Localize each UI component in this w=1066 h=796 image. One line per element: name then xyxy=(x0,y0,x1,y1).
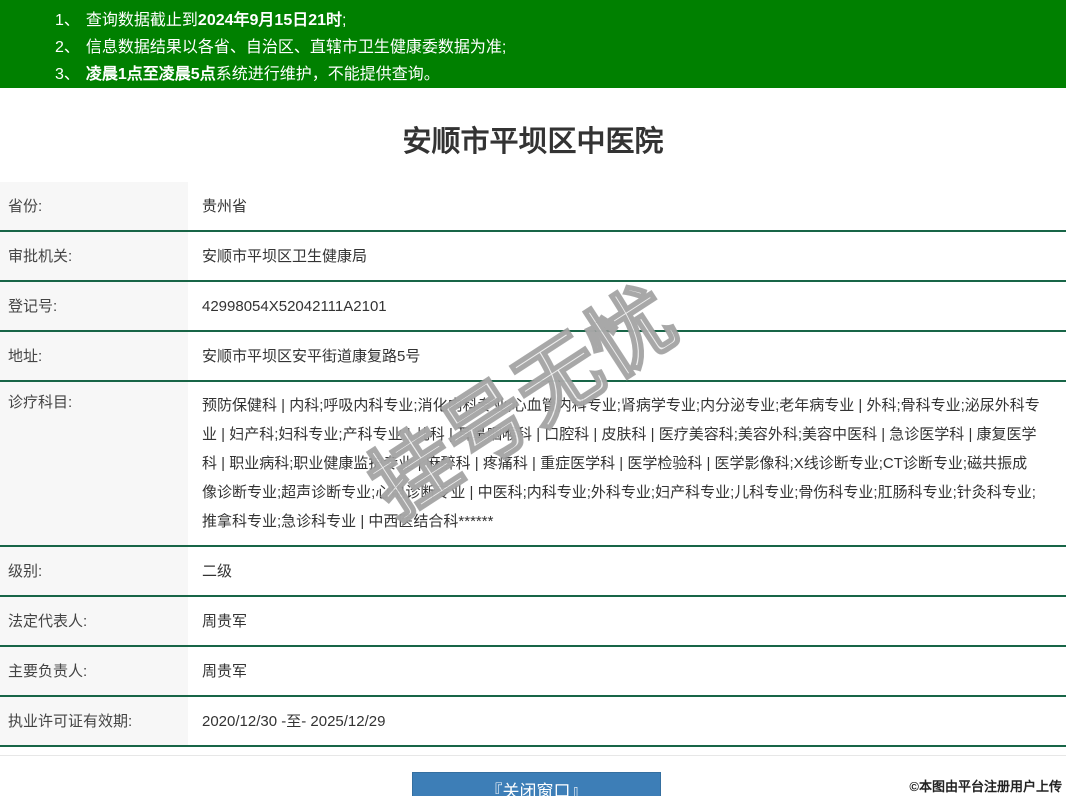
row-label: 法定代表人: xyxy=(0,597,188,645)
row-label: 审批机关: xyxy=(0,232,188,280)
row-label: 级别: xyxy=(0,547,188,595)
table-row-main-person-in-charge: 主要负责人: 周贵军 xyxy=(0,647,1066,697)
footer-divider xyxy=(0,755,1066,756)
row-value: 贵州省 xyxy=(188,182,1066,230)
row-value: 安顺市平坝区卫生健康局 xyxy=(188,232,1066,280)
table-row-license-validity: 执业许可证有效期: 2020/12/30 -至- 2025/12/29 xyxy=(0,697,1066,747)
row-value: 安顺市平坝区安平街道康复路5号 xyxy=(188,332,1066,380)
notice-number: 1、 xyxy=(55,12,80,29)
notice-line-3: 3、凌晨1点至凌晨5点系统进行维护，不能提供查询。 xyxy=(55,61,1056,88)
row-label: 主要负责人: xyxy=(0,647,188,695)
notice-text: ; xyxy=(342,12,346,29)
table-row-approval-authority: 审批机关: 安顺市平坝区卫生健康局 xyxy=(0,232,1066,282)
notice-text: 系统进行维护，不能提供查询。 xyxy=(216,66,440,83)
notice-number: 2、 xyxy=(55,39,80,56)
notice-text-bold: 2024年9月15日21时 xyxy=(198,12,342,29)
page-title: 安顺市平坝区中医院 xyxy=(0,124,1066,160)
row-label: 登记号: xyxy=(0,282,188,330)
row-value: 2020/12/30 -至- 2025/12/29 xyxy=(188,697,1066,745)
notice-line-1: 1、查询数据截止到2024年9月15日21时; xyxy=(55,7,1056,34)
notice-banner: 1、查询数据截止到2024年9月15日21时; 2、信息数据结果以各省、自治区、… xyxy=(0,0,1066,88)
row-value: 二级 xyxy=(188,547,1066,595)
table-row-registration-number: 登记号: 42998054X52042111A2101 xyxy=(0,282,1066,332)
notice-number: 3、 xyxy=(55,66,80,83)
table-row-level: 级别: 二级 xyxy=(0,547,1066,597)
notice-text-bold: 凌晨1点至凌晨5点 xyxy=(86,66,216,83)
row-value: 预防保健科 | 内科;呼吸内科专业;消化内科专业;心血管内科专业;肾病学专业;内… xyxy=(188,382,1066,545)
row-label: 诊疗科目: xyxy=(0,382,188,545)
notice-text: 查询数据截止到 xyxy=(86,12,198,29)
close-window-button[interactable]: 『关闭窗口』 xyxy=(412,772,661,796)
table-row-province: 省份: 贵州省 xyxy=(0,182,1066,232)
row-value: 42998054X52042111A2101 xyxy=(188,282,1066,330)
notice-text: 信息数据结果以各省、自治区、直辖市卫生健康委数据为准; xyxy=(86,39,506,56)
page: 1、查询数据截止到2024年9月15日21时; 2、信息数据结果以各省、自治区、… xyxy=(0,0,1066,796)
row-label: 执业许可证有效期: xyxy=(0,697,188,745)
table-row-legal-representative: 法定代表人: 周贵军 xyxy=(0,597,1066,647)
row-value: 周贵军 xyxy=(188,647,1066,695)
hospital-details-table: 省份: 贵州省 审批机关: 安顺市平坝区卫生健康局 登记号: 42998054X… xyxy=(0,182,1066,747)
row-value: 周贵军 xyxy=(188,597,1066,645)
image-credit-text: ©本图由平台注册用户上传 xyxy=(909,776,1062,795)
table-row-address: 地址: 安顺市平坝区安平街道康复路5号 xyxy=(0,332,1066,382)
table-row-departments: 诊疗科目: 预防保健科 | 内科;呼吸内科专业;消化内科专业;心血管内科专业;肾… xyxy=(0,382,1066,547)
notice-line-2: 2、信息数据结果以各省、自治区、直辖市卫生健康委数据为准; xyxy=(55,34,1056,61)
row-label: 省份: xyxy=(0,182,188,230)
row-label: 地址: xyxy=(0,332,188,380)
